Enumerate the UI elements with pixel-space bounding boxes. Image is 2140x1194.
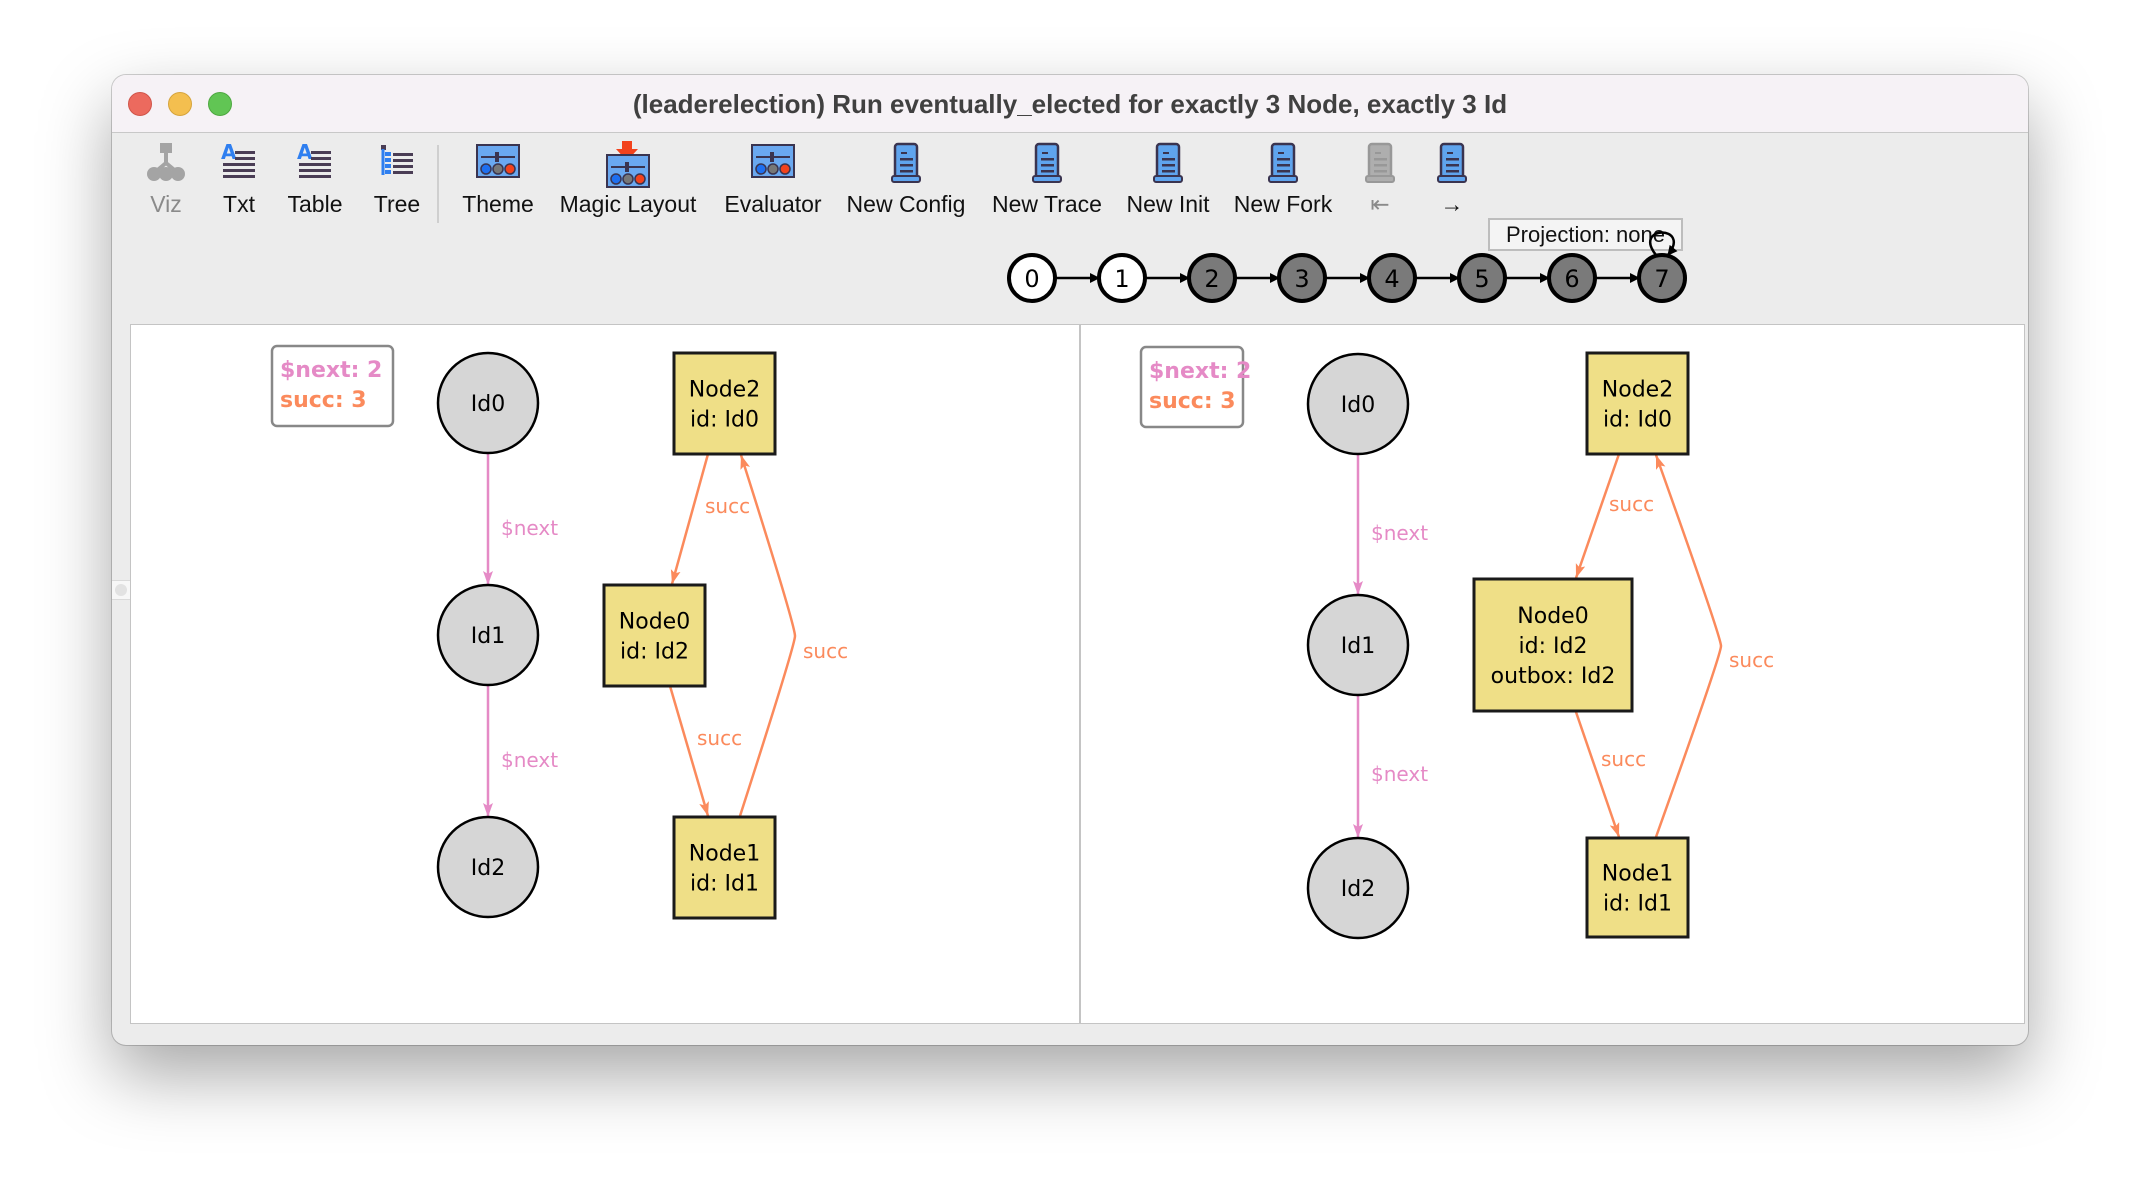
succ-edge-label: succ: [1729, 648, 1774, 672]
trace-state-label: 5: [1474, 265, 1489, 293]
trace-state-label: 1: [1114, 265, 1129, 293]
legend-succ-count: succ: 3: [1149, 389, 1236, 414]
relation-legend: $next: 2 succ: 3: [1139, 345, 1251, 429]
atom-id2[interactable]: Id2: [436, 815, 540, 919]
atom-id2[interactable]: Id2: [1306, 836, 1410, 940]
trace-state-7[interactable]: 7: [1637, 253, 1687, 303]
next-edge-label: $next: [1371, 762, 1428, 786]
atom-node1[interactable]: Node1 id: Id1: [1585, 836, 1690, 939]
graph-panel-left[interactable]: $next: 2 succ: 3 $next $next Id0 Id1 Id2 succ su…: [131, 325, 1081, 1023]
trace-state-2[interactable]: 2: [1187, 253, 1237, 303]
atom-node2[interactable]: Node2 id: Id0: [672, 351, 777, 456]
atom-field: Node0: [619, 610, 690, 635]
trace-state-label: 7: [1654, 265, 1669, 293]
succ-edge-label: succ: [1609, 492, 1654, 516]
succ-edge-label: succ: [697, 726, 742, 750]
trace-state-5[interactable]: 5: [1457, 253, 1507, 303]
atom-label: Id0: [471, 392, 505, 417]
trace-state-4[interactable]: 4: [1367, 253, 1417, 303]
next-edge-label: $next: [501, 516, 558, 540]
atom-field: id: Id1: [690, 872, 759, 897]
atom-node2[interactable]: Node2 id: Id0: [1585, 351, 1690, 456]
legend-next-count: $next: 2: [280, 358, 382, 383]
atom-node0[interactable]: Node0 id: Id2: [602, 583, 707, 688]
atom-node0[interactable]: Node0 id: Id2 outbox: Id2: [1472, 577, 1634, 713]
window-title: (leaderelection) Run eventually_elected …: [632, 89, 1508, 119]
succ-edge-label: succ: [803, 639, 848, 663]
next-edge-label: $next: [1371, 521, 1428, 545]
atom-label: Id2: [1341, 877, 1375, 902]
trace-state-0[interactable]: 0: [1007, 253, 1057, 303]
next-edge-label: $next: [501, 748, 558, 772]
atom-field: Node1: [689, 842, 760, 867]
atom-id1[interactable]: Id1: [1306, 593, 1410, 697]
succ-edge[interactable]: [1574, 711, 1621, 838]
graph-panel-right[interactable]: $next: 2 succ: 3 $next $next Id0 Id1 Id2 succ su…: [1081, 325, 2025, 1023]
atom-node1[interactable]: Node1 id: Id1: [672, 815, 777, 920]
trace-state-1[interactable]: 1: [1097, 253, 1147, 303]
splitter-handle[interactable]: [112, 580, 130, 600]
atom-label: Id0: [1341, 393, 1375, 418]
succ-edge-label: succ: [1601, 747, 1646, 771]
trace-state-label: 2: [1204, 265, 1219, 293]
succ-edge[interactable]: [668, 685, 710, 817]
legend-next-count: $next: 2: [1149, 359, 1251, 384]
trace-loop-edge: [1648, 231, 1678, 256]
atom-id0[interactable]: Id0: [1306, 352, 1410, 456]
succ-edge-label: succ: [705, 494, 750, 518]
trace-state-label: 3: [1294, 265, 1309, 293]
toolbar: Viz A Txt A Table Tree Theme Magic Layout Evalua…: [112, 133, 2028, 323]
atom-field: Node2: [1602, 378, 1673, 403]
graph-panels: $next: 2 succ: 3 $next $next Id0 Id1 Id2 succ su…: [130, 324, 2025, 1024]
relation-legend: $next: 2 succ: 3: [270, 344, 395, 428]
trace-state-6[interactable]: 6: [1547, 253, 1597, 303]
atom-field: id: Id0: [690, 408, 759, 433]
atom-label: Id1: [1341, 634, 1375, 659]
app-window: (leaderelection) Run eventually_elected …: [112, 75, 2028, 1045]
atom-field: Node1: [1602, 862, 1673, 887]
atom-label: Id1: [471, 624, 505, 649]
trace-state-label: 4: [1384, 265, 1399, 293]
succ-edge[interactable]: [670, 453, 710, 585]
succ-edge[interactable]: [1654, 454, 1723, 838]
trace-state-label: 0: [1024, 265, 1039, 293]
atom-field: id: Id0: [1603, 408, 1672, 433]
trace-state-3[interactable]: 3: [1277, 253, 1327, 303]
title-bar: (leaderelection) Run eventually_elected …: [112, 75, 2028, 133]
atom-field: outbox: Id2: [1491, 664, 1616, 689]
succ-edge[interactable]: [1574, 453, 1621, 579]
atom-field: Node2: [689, 378, 760, 403]
atom-field: id: Id2: [1519, 634, 1588, 659]
trace-timeline: 0 1 2 3 4 5 6 7: [1007, 231, 1687, 303]
atom-id1[interactable]: Id1: [436, 583, 540, 687]
atom-field: id: Id1: [1603, 892, 1672, 917]
atom-field: id: Id2: [620, 640, 689, 665]
legend-succ-count: succ: 3: [280, 388, 367, 413]
atom-id0[interactable]: Id0: [436, 351, 540, 455]
atom-label: Id2: [471, 856, 505, 881]
atom-field: Node0: [1517, 604, 1588, 629]
trace-state-label: 6: [1564, 265, 1579, 293]
